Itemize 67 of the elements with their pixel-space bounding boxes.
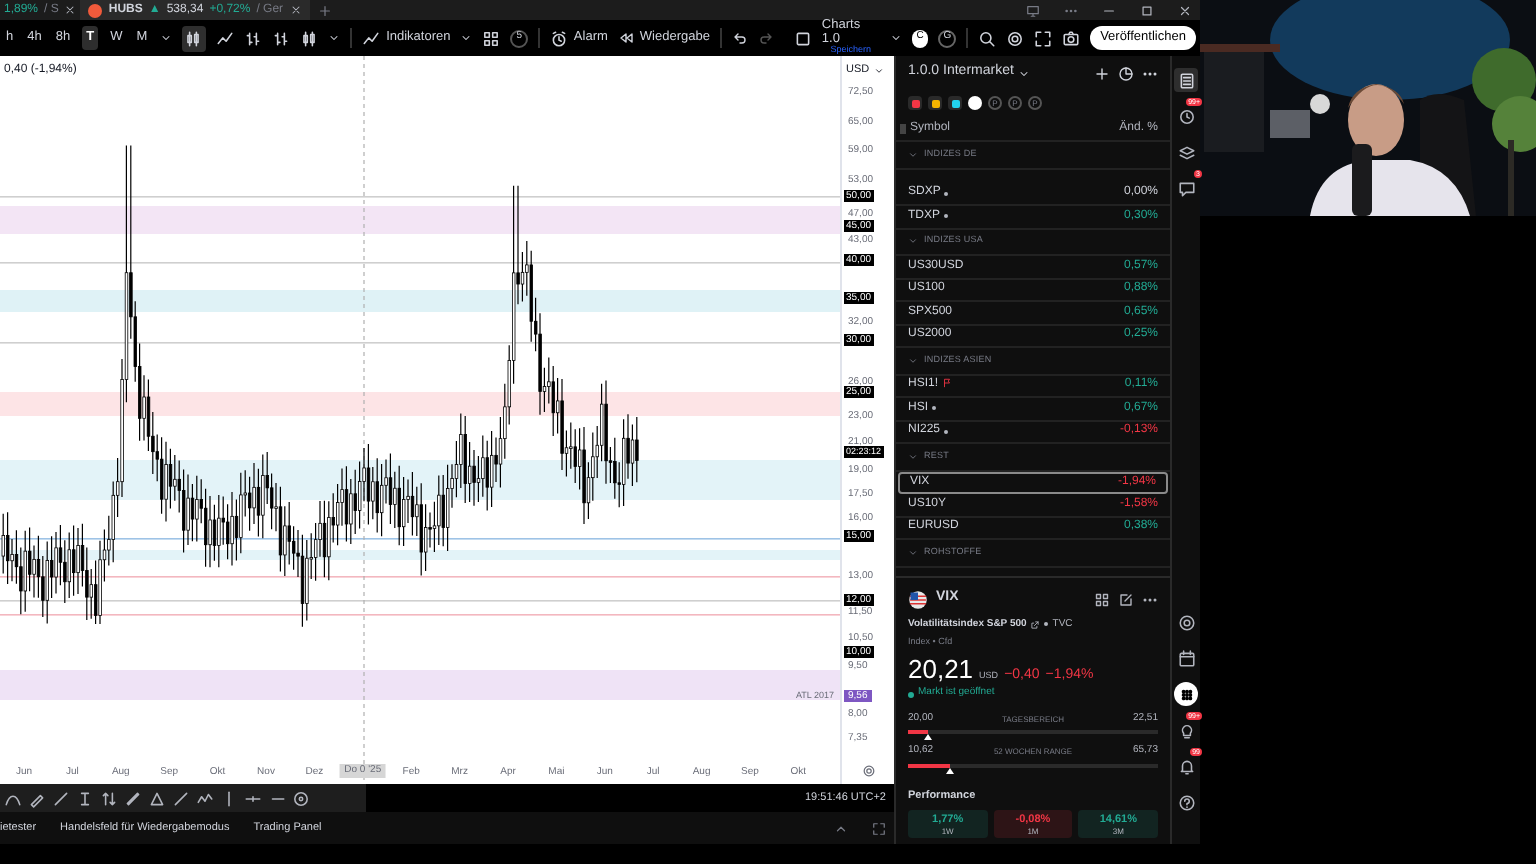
price-label: 20,21: [908, 655, 974, 684]
pie-chart-icon[interactable]: [1118, 65, 1134, 81]
chevron-down-icon: [908, 451, 918, 462]
square-icon[interactable]: [793, 29, 812, 47]
chevron-down-icon: [908, 149, 918, 160]
zigzag-icon[interactable]: [196, 789, 214, 807]
bell-icon: [1177, 757, 1195, 775]
sidebar-button[interactable]: [1174, 68, 1198, 92]
grid-icon[interactable]: [1094, 591, 1110, 607]
caret-icon[interactable]: [328, 32, 341, 44]
sidebar-button[interactable]: [1174, 682, 1198, 706]
logo-icon: [88, 3, 103, 17]
search-icon[interactable]: [978, 29, 997, 47]
flag-icon: [908, 589, 928, 609]
layers-icon: [1177, 143, 1195, 161]
sidebar-button[interactable]: [1174, 790, 1198, 814]
list-button[interactable]: [968, 96, 982, 110]
triangle-icon[interactable]: [148, 789, 166, 807]
candlestick-icon: [184, 29, 203, 47]
chat-icon: [1177, 179, 1195, 197]
sidebar-button[interactable]: [1174, 610, 1198, 634]
external-link-icon[interactable]: [1030, 619, 1041, 630]
alarm-icon: [549, 29, 568, 47]
candles-button[interactable]: [181, 25, 207, 51]
pen-icon[interactable]: [52, 789, 70, 807]
grid-icon[interactable]: [482, 29, 501, 47]
ruler-icon[interactable]: [124, 789, 142, 807]
calendar-icon: [1177, 649, 1195, 667]
list-icon: [1177, 71, 1195, 89]
close-icon[interactable]: [289, 4, 302, 16]
caret-icon: [873, 65, 884, 75]
chevron-down-icon: [908, 355, 918, 366]
fullscreen-icon[interactable]: [1034, 29, 1053, 47]
chevron-up-icon[interactable]: [834, 821, 848, 835]
close-icon[interactable]: [1178, 3, 1192, 17]
caret-icon: [1017, 67, 1030, 79]
bars-icon[interactable]: [244, 29, 263, 47]
target-icon[interactable]: [292, 789, 310, 807]
maximize-icon[interactable]: [1140, 3, 1154, 17]
bulb-icon: [1177, 721, 1195, 739]
brush-icon[interactable]: [28, 789, 46, 807]
line-chart-icon[interactable]: [216, 29, 235, 47]
column-handle-icon: [900, 123, 906, 133]
monitor-icon[interactable]: [1026, 3, 1040, 17]
maximize-icon[interactable]: [872, 821, 886, 835]
sidebar-button[interactable]: [1174, 646, 1198, 670]
close-icon[interactable]: [64, 4, 77, 16]
grid-icon: [1177, 685, 1195, 703]
undo-icon[interactable]: [731, 30, 748, 46]
edit-icon[interactable]: [1118, 591, 1134, 607]
chevron-down-icon: [908, 236, 918, 247]
line-chart-icon: [362, 29, 381, 47]
caret-icon[interactable]: [159, 32, 172, 44]
rewind-icon: [617, 30, 634, 46]
text-cursor-icon[interactable]: [76, 789, 94, 807]
redo-icon[interactable]: [757, 30, 774, 46]
caret-icon[interactable]: [460, 32, 473, 44]
diagonal-line-icon[interactable]: [172, 789, 190, 807]
camera-icon[interactable]: [1062, 29, 1081, 47]
arrows-icon[interactable]: [100, 789, 118, 807]
chevron-down-icon: [908, 547, 918, 558]
clock-icon: [1177, 107, 1195, 125]
caret-icon[interactable]: [889, 32, 902, 44]
candlestick-icon[interactable]: [300, 29, 319, 47]
target-icon: [1177, 613, 1195, 631]
help-icon: [1177, 793, 1195, 811]
bars-icon[interactable]: [272, 29, 291, 47]
